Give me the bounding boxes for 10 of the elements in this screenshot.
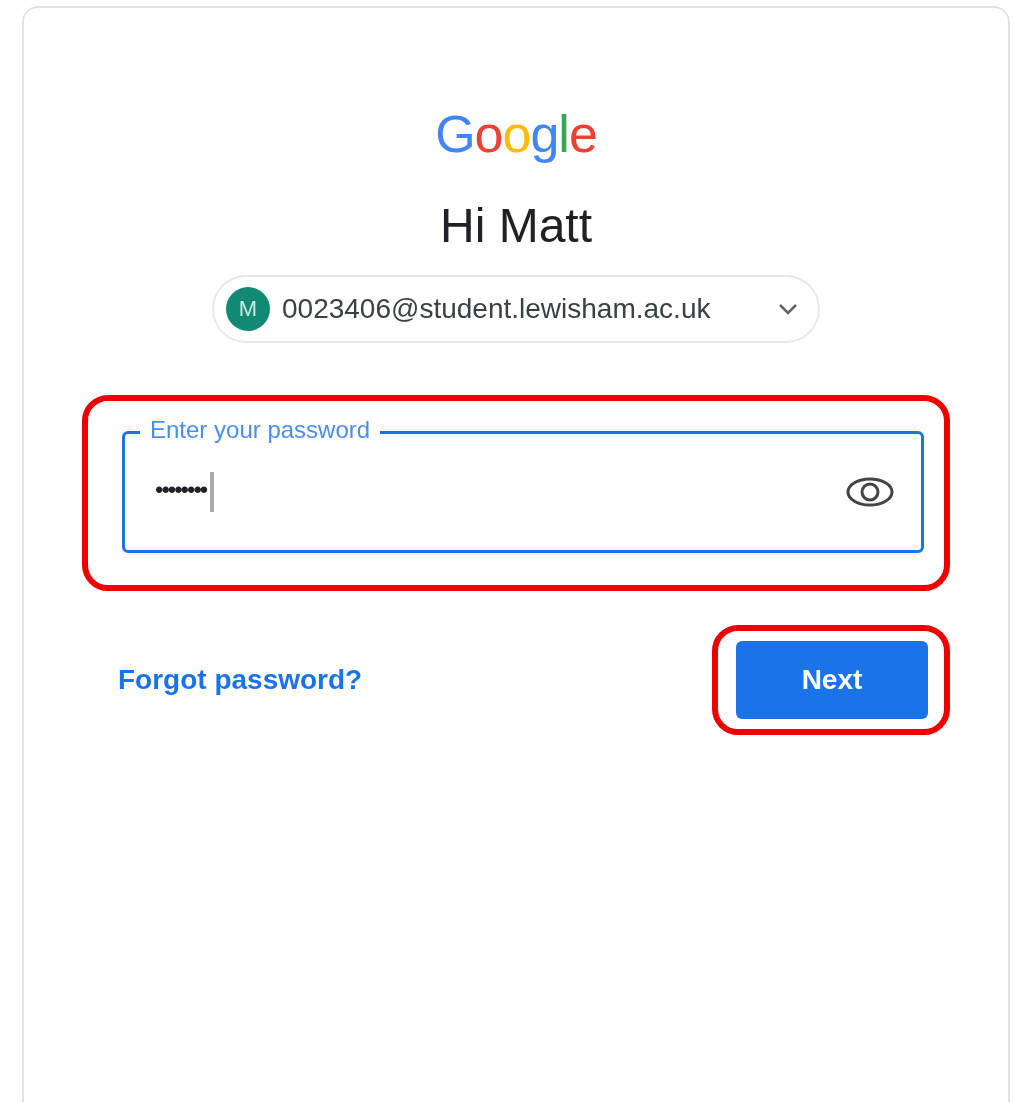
account-chip[interactable]: M 0023406@student.lewisham.ac.uk [212, 275, 820, 343]
forgot-password-link[interactable]: Forgot password? [118, 664, 363, 696]
avatar: M [226, 287, 270, 331]
next-button[interactable]: Next [736, 641, 928, 719]
chevron-down-icon [778, 303, 798, 315]
heading: Hi Matt [440, 198, 592, 253]
eye-icon[interactable] [845, 476, 895, 508]
password-value: •••••••• [155, 472, 845, 512]
account-email: 0023406@student.lewisham.ac.uk [282, 293, 712, 325]
password-field[interactable]: Enter your password •••••••• [122, 413, 924, 553]
